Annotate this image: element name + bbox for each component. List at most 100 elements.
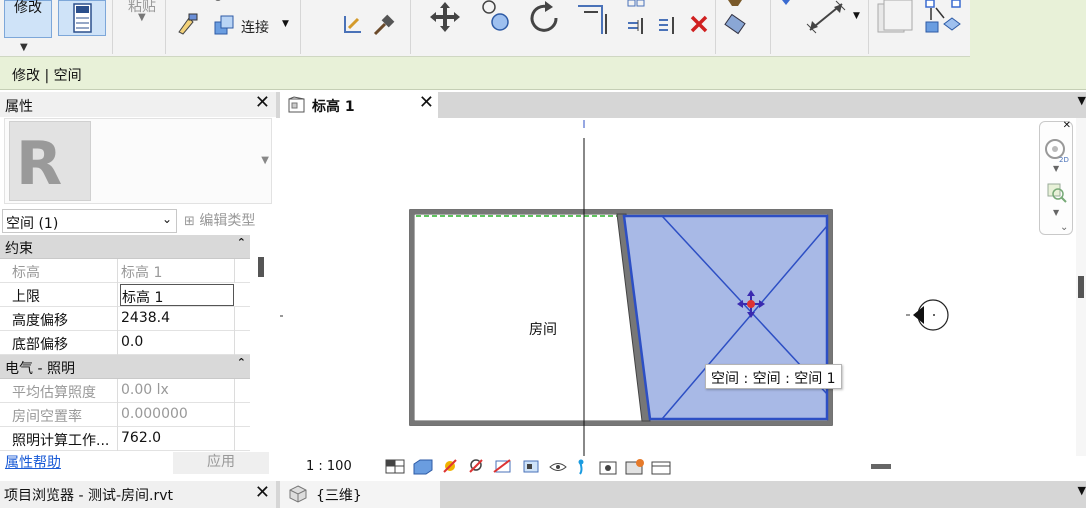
edit-type-icon: ⊞ xyxy=(184,214,195,229)
wall-fill-right xyxy=(828,210,832,425)
tab-list-dropdown-icon[interactable]: ▼ xyxy=(1078,94,1086,107)
svg-text:R: R xyxy=(16,129,62,199)
visual-style-icon[interactable] xyxy=(413,459,433,475)
element-tooltip: 空间 : 空间 : 空间 1 xyxy=(705,364,842,389)
prop-name: 上限 xyxy=(0,283,118,307)
context-bar: 修改 | 空间 xyxy=(0,57,1086,90)
close-icon[interactable]: ✕ xyxy=(1063,120,1071,131)
temporary-hide-icon[interactable] xyxy=(549,463,567,471)
steering-wheel-icon[interactable]: 2D xyxy=(1044,136,1070,164)
measure-dropdown-icon[interactable]: ▼ xyxy=(853,11,860,21)
temporary-view-properties-icon[interactable] xyxy=(599,461,617,475)
drawing-canvas[interactable]: 房间 xyxy=(276,118,1076,456)
canvas-scrollbar[interactable] xyxy=(1076,118,1086,456)
horizontal-scroll-thumb[interactable] xyxy=(871,464,891,469)
move-icon[interactable] xyxy=(426,0,464,34)
demolish-icon[interactable] xyxy=(372,13,396,37)
highlight-displacement-icon[interactable] xyxy=(651,461,671,475)
room-tag[interactable]: 房间 xyxy=(529,319,557,339)
3d-view-icon xyxy=(289,485,307,503)
prop-value: 0.00 lx xyxy=(121,379,235,403)
tab-3d-view[interactable]: {三维} xyxy=(280,481,440,508)
shadows-icon[interactable] xyxy=(469,459,483,473)
ribbon-separator xyxy=(165,0,166,54)
prop-value-input[interactable]: 标高 1 xyxy=(120,284,234,306)
ribbon-separator xyxy=(300,0,301,54)
wall-fill-bottom xyxy=(410,421,832,425)
collapse-icon[interactable]: ⌃ xyxy=(237,236,246,249)
cut-icon[interactable] xyxy=(212,0,228,4)
ribbon-separator xyxy=(868,0,869,54)
split-element-icon[interactable] xyxy=(626,14,648,36)
join-dropdown-icon[interactable]: ▼ xyxy=(282,19,289,29)
align-icon[interactable] xyxy=(626,0,646,10)
show-crop-icon[interactable] xyxy=(523,460,539,473)
match-type-icon[interactable] xyxy=(175,12,199,36)
close-icon[interactable]: ✕ xyxy=(419,92,434,113)
properties-help-link[interactable]: 属性帮助 xyxy=(5,452,61,472)
prop-name: 高度偏移 xyxy=(0,307,118,331)
properties-toggle-button[interactable] xyxy=(58,0,106,36)
chevron-down-icon[interactable]: ▼ xyxy=(1053,164,1059,173)
tab-list-dropdown-icon[interactable]: ▼ xyxy=(1078,484,1086,497)
modify-dropdown-icon[interactable]: ▼ xyxy=(20,42,28,53)
tab-level-1[interactable]: 标高 1 ✕ xyxy=(280,92,438,118)
ribbon-separator xyxy=(410,0,411,54)
nav-options-icon[interactable]: ⌄ xyxy=(1060,222,1068,233)
section-constraints[interactable]: 约束 ⌃ xyxy=(0,235,250,259)
family-thumbnail: R xyxy=(9,121,91,201)
close-icon[interactable]: ✕ xyxy=(255,482,270,503)
instance-filter-select[interactable]: 空间 (1) ⌄ xyxy=(2,209,177,233)
trim-extend-icon[interactable] xyxy=(576,0,614,36)
create-assembly-icon[interactable] xyxy=(874,0,918,36)
prop-row: 房间空置率 0.000000 xyxy=(0,403,250,427)
activate-dimensions-icon[interactable] xyxy=(342,13,364,35)
view-tool-icon[interactable] xyxy=(780,0,792,6)
split-with-gap-icon[interactable] xyxy=(656,14,678,36)
view-scale[interactable]: 1 : 100 xyxy=(306,459,352,474)
floor-plan-drawing[interactable] xyxy=(276,118,1076,456)
close-icon[interactable]: ✕ xyxy=(255,92,270,113)
copy-icon[interactable] xyxy=(476,0,514,34)
reveal-hidden-icon[interactable] xyxy=(578,459,584,475)
crop-view-icon[interactable] xyxy=(493,459,511,473)
ribbon: 修改 ▼ 粘贴 ▼ 连接 ▼ ▼ xyxy=(0,0,1086,57)
prop-value[interactable]: 762.0 xyxy=(121,427,235,451)
properties-table: 约束 ⌃ 标高 标高 1 上限 标高 1 高度偏移 2438.4 底部偏移 0.… xyxy=(0,235,250,451)
measure-icon[interactable] xyxy=(804,0,848,36)
detail-level-icon[interactable] xyxy=(385,459,405,474)
wall-fill-top xyxy=(410,210,832,214)
type-selector[interactable]: R ▼ xyxy=(4,118,272,204)
ribbon-separator xyxy=(770,0,771,54)
elevation-tag-icon[interactable] xyxy=(906,299,949,331)
delete-icon[interactable] xyxy=(689,14,709,34)
join-button[interactable]: 连接 xyxy=(241,17,269,37)
ribbon-separator xyxy=(112,0,113,54)
join-icon[interactable] xyxy=(213,14,235,36)
analytical-model-icon[interactable] xyxy=(625,459,644,475)
prop-row: 标高 标高 1 xyxy=(0,259,250,283)
section-electrical-lighting[interactable]: 电气 - 照明 ⌃ xyxy=(0,355,250,379)
edit-type-button[interactable]: ⊞ 编辑类型 xyxy=(184,210,255,230)
wall-fill-left xyxy=(410,210,414,425)
sun-path-icon[interactable] xyxy=(443,459,457,473)
type-dropdown-icon[interactable]: ▼ xyxy=(261,155,269,166)
selection-icon[interactable] xyxy=(922,0,964,36)
edit-type-label: 编辑类型 xyxy=(199,213,256,229)
scroll-thumb[interactable] xyxy=(1078,276,1084,298)
paste-dropdown-icon[interactable]: ▼ xyxy=(138,12,146,23)
pin-icon[interactable] xyxy=(724,0,746,8)
collapse-icon[interactable]: ⌃ xyxy=(237,356,246,369)
zoom-region-icon[interactable] xyxy=(1046,182,1068,204)
modify-button[interactable]: 修改 xyxy=(4,0,52,38)
unpin-icon[interactable] xyxy=(724,14,748,36)
ribbon-separator xyxy=(715,0,716,54)
properties-scrollbar[interactable] xyxy=(258,257,264,277)
rotate-icon[interactable] xyxy=(526,0,564,36)
apply-button[interactable]: 应用 xyxy=(173,452,269,474)
project-browser-title: 项目浏览器 - 测试-房间.rvt xyxy=(4,488,173,504)
prop-value[interactable]: 0.0 xyxy=(121,331,235,355)
prop-value[interactable]: 2438.4 xyxy=(121,307,235,331)
prop-name: 平均估算照度 xyxy=(0,379,118,403)
chevron-down-icon[interactable]: ▼ xyxy=(1053,208,1059,217)
